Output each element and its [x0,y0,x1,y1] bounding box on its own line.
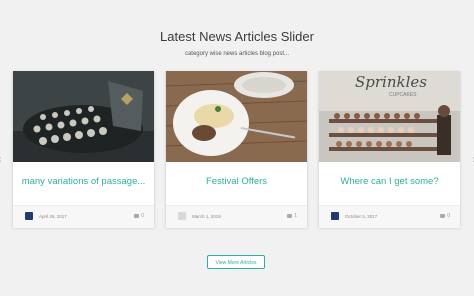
comment-count[interactable]: 1 [287,213,297,219]
comment-count-value: 1 [294,213,297,219]
card-headline[interactable]: many variations of passage... [13,176,154,187]
post-date: April 29, 2017 [39,214,67,219]
comment-count-value: 0 [447,213,450,219]
section-subtitle: category wise news articles blog post... [184,51,290,57]
view-more-articles-button[interactable]: View More Articles [207,255,265,269]
comment-icon [134,213,140,218]
cupcake-shop-image[interactable]: Sprinkles CUPCAKES [319,71,460,162]
shop-sign-text: Sprinkles [355,73,427,91]
typewriter-image[interactable] [13,71,154,162]
comment-icon [440,213,446,218]
section-title: Latest News Articles Slider [160,29,314,44]
food-plate-image[interactable] [166,71,307,162]
news-card[interactable]: Sprinkles CUPCAKES Where can I get some?… [319,71,460,228]
comment-icon [287,213,293,218]
card-headline[interactable]: Where can I get some? [319,176,460,187]
author-avatar[interactable] [331,212,339,220]
comment-count[interactable]: 0 [134,213,144,219]
card-meta: March 1, 2019 1 [166,205,307,228]
author-avatar[interactable] [178,212,186,220]
prev-arrow-icon[interactable]: ‹ [0,155,1,165]
shop-sign-subtext: CUPCAKES [389,92,417,98]
news-card[interactable]: many variations of passage... April 29, … [13,71,154,228]
card-meta: October 5, 2017 0 [319,205,460,228]
news-card[interactable]: Festival Offers March 1, 2019 1 [166,71,307,228]
author-avatar[interactable] [25,212,33,220]
comment-count[interactable]: 0 [440,213,450,219]
post-date: March 1, 2019 [192,214,221,219]
post-date: October 5, 2017 [345,214,378,219]
card-headline[interactable]: Festival Offers [166,176,307,187]
comment-count-value: 0 [141,213,144,219]
card-meta: April 29, 2017 0 [13,205,154,228]
